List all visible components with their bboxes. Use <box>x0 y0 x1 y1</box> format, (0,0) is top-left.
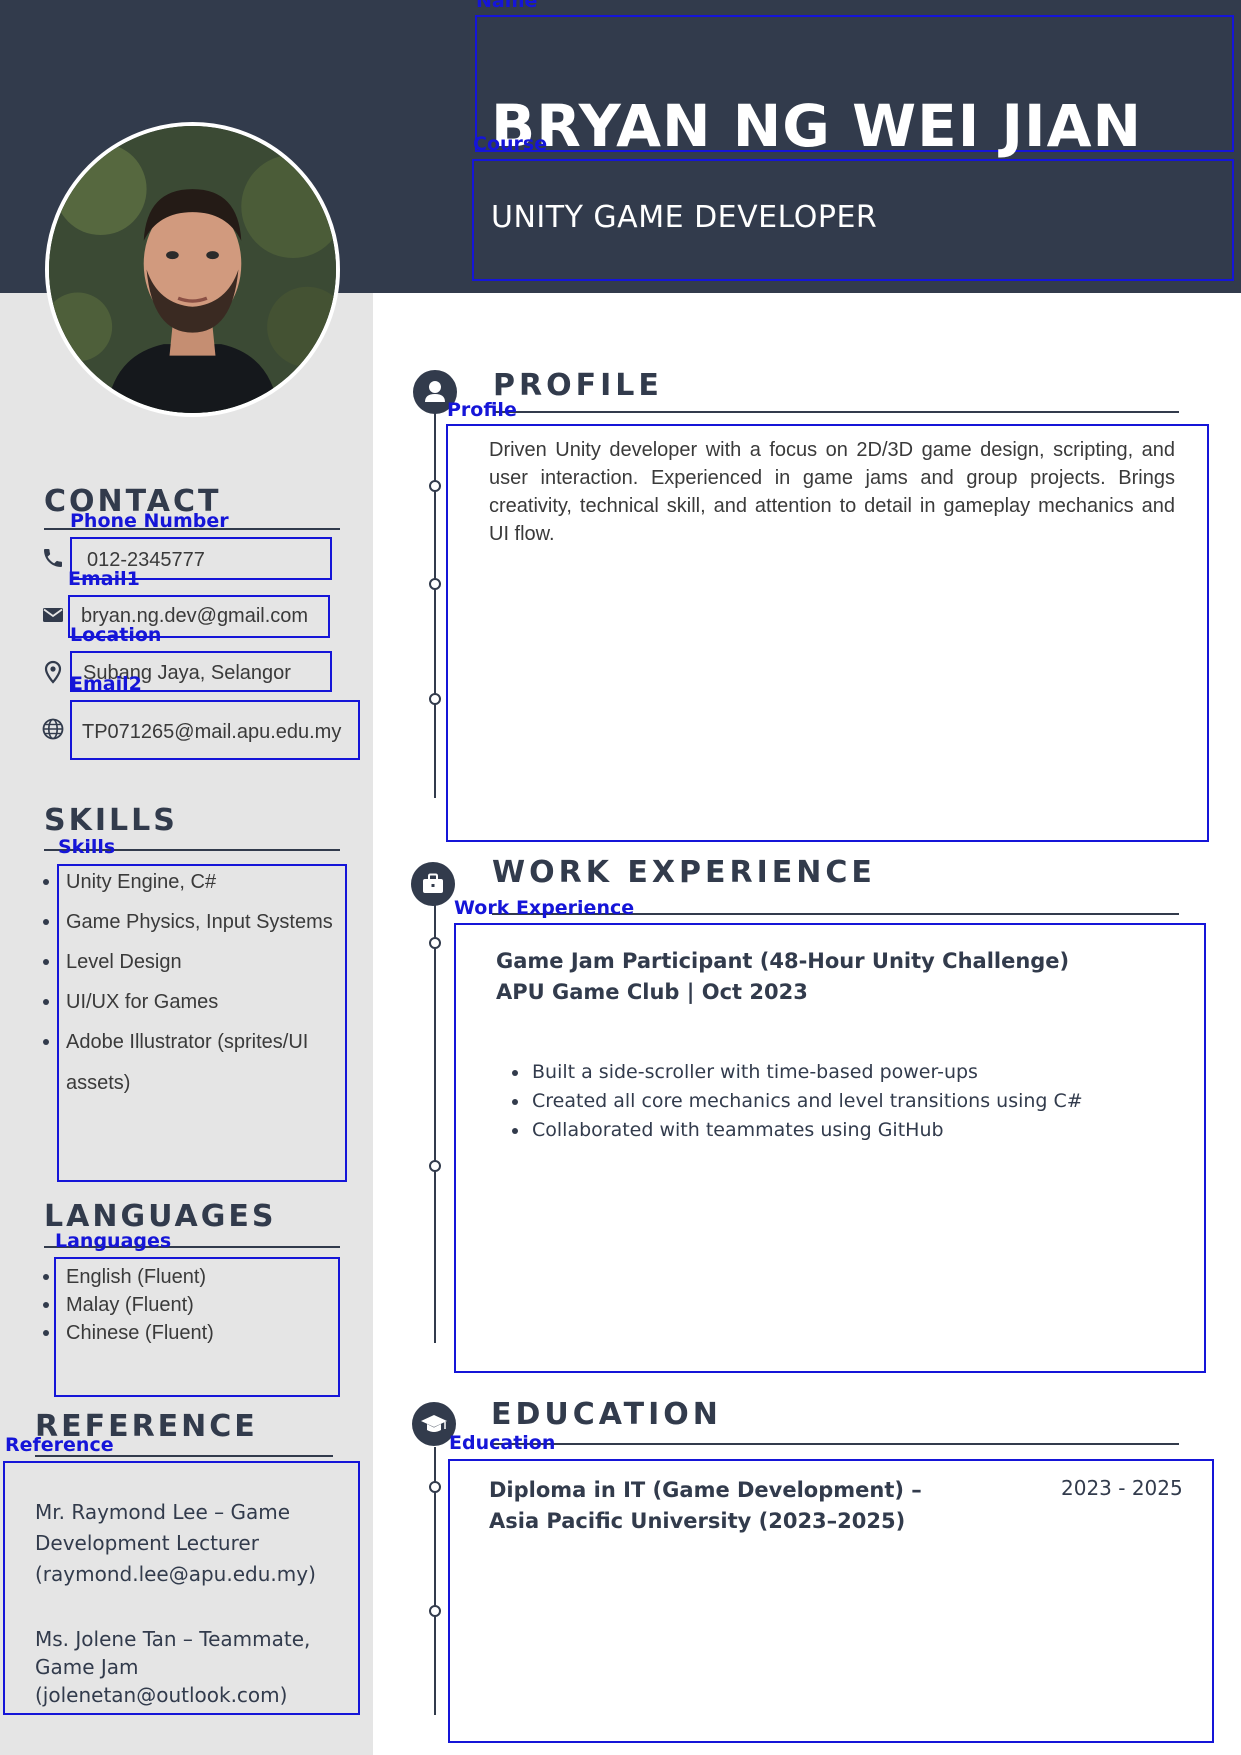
education-entry-dates: 2023 - 2025 <box>1061 1476 1183 1500</box>
timeline-dot <box>429 937 441 949</box>
languages-list: English (Fluent) Malay (Fluent) Chinese … <box>42 1263 332 1347</box>
location-field-label: Location <box>70 624 162 646</box>
reference-1: Mr. Raymond Lee – Game Development Lectu… <box>35 1500 316 1586</box>
education-field-label: Education <box>449 1432 556 1454</box>
skills-heading: SKILLS <box>44 803 178 838</box>
education-heading: EDUCATION <box>491 1397 722 1432</box>
phone-number: 012-2345777 <box>87 549 205 571</box>
languages-field-label: Languages <box>55 1230 172 1252</box>
timeline-dot <box>429 1605 441 1617</box>
reference-2: Ms. Jolene Tan – Teammate, Game Jam (jol… <box>35 1627 311 1707</box>
reference-field-label: Reference <box>5 1434 114 1456</box>
skill-item: Game Physics, Input Systems <box>42 902 342 942</box>
email2-field-label: Email2 <box>70 673 142 695</box>
timeline-line-profile <box>434 410 436 798</box>
work-entry-bullets: Built a side-scroller with time-based po… <box>512 1058 1083 1145</box>
timeline-line-work <box>434 905 436 1343</box>
work-entry-role: Game Jam Participant (48-Hour Unity Chal… <box>496 949 1070 973</box>
profile-heading: PROFILE <box>493 368 663 403</box>
globe-icon <box>41 717 65 741</box>
course-field-label: Course <box>473 133 548 155</box>
name-field-label: Name <box>476 0 538 12</box>
education-entry-title: Diploma in IT (Game Development) – Asia … <box>489 1478 922 1533</box>
skill-item: Adobe Illustrator (sprites/UI assets) <box>42 1022 332 1104</box>
candidate-name: BRYAN NG WEI JIAN <box>491 92 1143 160</box>
timeline-dot <box>429 480 441 492</box>
languages-heading: LANGUAGES <box>44 1199 277 1234</box>
timeline-dot <box>429 578 441 590</box>
education-divider <box>491 1443 1179 1445</box>
work-heading: WORK EXPERIENCE <box>492 855 876 890</box>
map-pin-icon <box>41 660 65 684</box>
envelope-icon <box>41 603 65 627</box>
work-bullet: Created all core mechanics and level tra… <box>512 1087 1083 1116</box>
profile-photo <box>45 122 340 417</box>
work-field-label: Work Experience <box>454 897 635 919</box>
email-secondary: TP071265@mail.apu.edu.my <box>82 721 342 743</box>
skills-list: Unity Engine, C# Game Physics, Input Sys… <box>42 862 342 1104</box>
language-item: Malay (Fluent) <box>42 1291 332 1319</box>
email1-field-label: Email1 <box>68 568 140 590</box>
work-entry-title: Game Jam Participant (48-Hour Unity Chal… <box>496 946 1069 1008</box>
language-item: English (Fluent) <box>42 1263 332 1291</box>
work-bullet: Built a side-scroller with time-based po… <box>512 1058 1083 1087</box>
phone-field-label: Phone Number <box>70 510 229 532</box>
timeline-dot <box>429 1160 441 1172</box>
profile-summary: Driven Unity developer with a focus on 2… <box>489 439 1175 545</box>
skills-field-label: Skills <box>58 836 116 858</box>
skill-item: Level Design <box>42 942 342 982</box>
timeline-dot <box>429 1481 441 1493</box>
timeline-dot <box>429 693 441 705</box>
skill-item: Unity Engine, C# <box>42 862 342 902</box>
briefcase-icon <box>411 862 455 906</box>
portrait-image <box>49 126 336 413</box>
work-bullet: Collaborated with teammates using GitHub <box>512 1116 1083 1145</box>
work-entry-org-date: APU Game Club | Oct 2023 <box>496 980 808 1004</box>
language-item: Chinese (Fluent) <box>42 1319 332 1347</box>
profile-divider <box>493 411 1179 413</box>
job-title: UNITY GAME DEVELOPER <box>491 200 878 235</box>
skill-item: UI/UX for Games <box>42 982 342 1022</box>
profile-field-label: Profile <box>447 399 517 421</box>
phone-icon <box>41 546 65 570</box>
email-primary: bryan.ng.dev@gmail.com <box>81 605 309 627</box>
